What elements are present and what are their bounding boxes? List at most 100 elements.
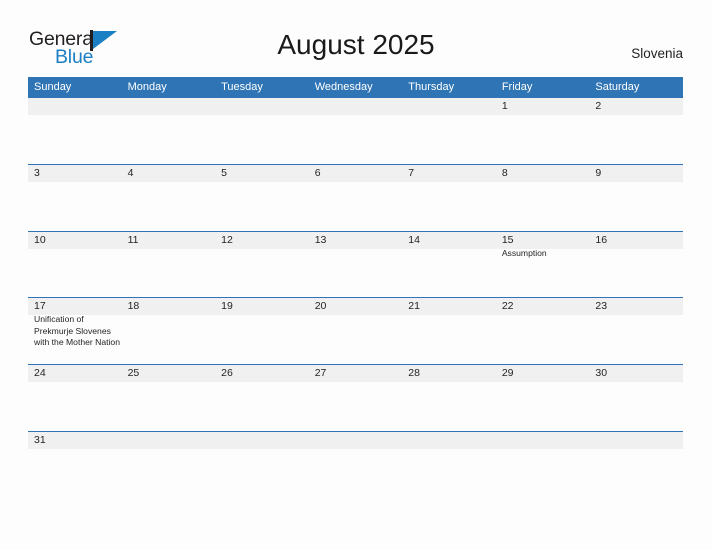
calendar-week-row: 12 bbox=[28, 97, 683, 164]
calendar-day-cell[interactable]: 3 bbox=[28, 165, 122, 231]
calendar-week-row: 3 4 5 6 7 8 9 bbox=[28, 163, 683, 231]
calendar-day-cell[interactable]: 28 bbox=[402, 365, 496, 431]
day-number: 31 bbox=[34, 433, 46, 446]
calendar-empty-cell bbox=[309, 432, 403, 498]
day-number: 3 bbox=[34, 166, 40, 179]
region-label: Slovenia bbox=[631, 46, 683, 61]
week-cells: 17 Unification of Prekmurje Slovenes with… bbox=[28, 298, 683, 364]
day-number: 30 bbox=[595, 367, 608, 380]
calendar-day-cell[interactable]: 2 bbox=[589, 98, 683, 164]
calendar-day-cell[interactable]: 25 bbox=[122, 365, 216, 431]
calendar-day-cell[interactable]: 24 bbox=[28, 365, 122, 431]
calendar-empty-cell bbox=[215, 98, 309, 164]
calendar-day-cell[interactable]: 19 bbox=[215, 298, 309, 364]
day-number: 5 bbox=[221, 166, 227, 179]
day-number: 19 bbox=[221, 300, 233, 313]
day-number: 15 bbox=[501, 233, 514, 246]
calendar-empty-cell bbox=[402, 98, 496, 164]
day-of-week-header: Sunday Monday Tuesday Wednesday Thursday Frid… bbox=[28, 77, 683, 97]
week-cells: 3 4 5 6 7 8 9 bbox=[28, 165, 683, 231]
day-number: 6 bbox=[314, 166, 321, 179]
day-number: 20 bbox=[314, 300, 327, 313]
day-number: 9 bbox=[595, 166, 602, 179]
day-number: 8 bbox=[501, 166, 508, 179]
calendar-day-cell[interactable]: 12 bbox=[215, 232, 309, 298]
day-number: 26 bbox=[221, 367, 233, 380]
day-number: 12 bbox=[221, 233, 233, 246]
day-of-week-wednesday: Wednesday bbox=[314, 81, 373, 93]
calendar-empty-cell bbox=[496, 432, 590, 498]
calendar-day-cell[interactable]: 18 bbox=[122, 298, 216, 364]
calendar-day-cell[interactable]: 15 Assumption bbox=[496, 232, 590, 298]
page-title: August 2025 bbox=[277, 29, 435, 60]
day-of-week-friday: Friday bbox=[501, 81, 533, 93]
calendar-day-cell[interactable]: 17 Unification of Prekmurje Slovenes with… bbox=[28, 298, 122, 364]
holiday-label: Assumption bbox=[501, 247, 547, 258]
calendar-day-cell[interactable]: 6 bbox=[309, 165, 403, 231]
calendar-empty-cell bbox=[589, 432, 683, 498]
calendar-day-cell[interactable]: 10 bbox=[28, 232, 122, 298]
calendar-day-cell[interactable]: 31 bbox=[28, 432, 122, 498]
day-of-week-thursday: Thursday bbox=[408, 81, 455, 93]
calendar-day-cell[interactable]: 11 bbox=[122, 232, 216, 298]
calendar-empty-cell bbox=[28, 98, 122, 164]
calendar-day-cell[interactable]: 4 bbox=[122, 165, 216, 231]
calendar-week-row: 24 25 26 27 28 29 30 bbox=[28, 364, 683, 431]
calendar-week-row: 17 Unification of Prekmurje Slovenes with… bbox=[28, 297, 683, 364]
day-events: Unification of Prekmurje Slovenes with t… bbox=[34, 314, 120, 348]
day-number: 4 bbox=[127, 166, 134, 179]
calendar-day-cell[interactable]: 9 bbox=[589, 165, 683, 231]
calendar-day-cell[interactable]: 8 bbox=[496, 165, 590, 231]
calendar-day-cell[interactable]: 22 bbox=[496, 298, 590, 364]
day-number: 28 bbox=[408, 367, 420, 380]
calendar-day-cell[interactable]: 27 bbox=[309, 365, 403, 431]
calendar-day-cell[interactable]: 16 bbox=[589, 232, 683, 298]
day-number: 17 bbox=[34, 300, 46, 313]
calendar-week-row: 31 bbox=[28, 430, 683, 498]
calendar-grid: Sunday Monday Tuesday Wednesday Thursday Frid… bbox=[28, 77, 683, 498]
calendar-day-cell[interactable]: 26 bbox=[215, 365, 309, 431]
calendar-page: General Blue August 2025 Slovenia Sunday… bbox=[0, 0, 712, 550]
day-number: 22 bbox=[501, 300, 514, 313]
calendar-empty-cell bbox=[402, 432, 496, 498]
day-number: 7 bbox=[408, 166, 415, 179]
day-number: 21 bbox=[408, 300, 420, 313]
calendar-empty-cell bbox=[215, 432, 309, 498]
day-number: 23 bbox=[595, 300, 608, 313]
day-number: 29 bbox=[501, 367, 514, 380]
page-header: General Blue August 2025 Slovenia bbox=[0, 0, 712, 76]
calendar-day-cell[interactable]: 5 bbox=[215, 165, 309, 231]
week-cells: 12 bbox=[28, 98, 683, 164]
day-events: Assumption bbox=[502, 248, 588, 259]
day-of-week-tuesday: Tuesday bbox=[221, 81, 263, 93]
calendar-week-row: 10 11 12 13 14 15 Assumption 16 bbox=[28, 230, 683, 298]
calendar-day-cell[interactable]: 1 bbox=[496, 98, 590, 164]
day-of-week-sunday: Sunday bbox=[34, 81, 72, 93]
calendar-empty-cell bbox=[309, 98, 403, 164]
day-number: 25 bbox=[127, 367, 140, 380]
week-cells: 24 25 26 27 28 29 30 bbox=[28, 365, 683, 431]
calendar-day-cell[interactable]: 20 bbox=[309, 298, 403, 364]
calendar-weeks: 1 2 3 4 5 6 7 8 9 10 11 12 13 14 15 Assumption 16 17 Unifi… bbox=[28, 97, 683, 498]
calendar-day-cell[interactable]: 21 bbox=[402, 298, 496, 364]
calendar-day-cell[interactable]: 23 bbox=[589, 298, 683, 364]
calendar-day-cell[interactable]: 13 bbox=[309, 232, 403, 298]
day-number: 18 bbox=[127, 300, 140, 313]
holiday-label: Unification of Prekmurje Slovenes with t… bbox=[34, 314, 120, 347]
day-number: 24 bbox=[34, 367, 46, 380]
calendar-empty-cell bbox=[122, 98, 216, 164]
calendar-day-cell[interactable]: 30 bbox=[589, 365, 683, 431]
day-number: 27 bbox=[314, 367, 327, 380]
calendar-day-cell[interactable]: 14 bbox=[402, 232, 496, 298]
day-number: 13 bbox=[314, 233, 327, 246]
week-cells: 31 bbox=[28, 432, 683, 498]
day-of-week-saturday: Saturday bbox=[595, 81, 640, 93]
calendar-empty-cell bbox=[122, 432, 216, 498]
calendar-day-cell[interactable]: 29 bbox=[496, 365, 590, 431]
calendar-day-cell[interactable]: 7 bbox=[402, 165, 496, 231]
day-number: 16 bbox=[595, 233, 608, 246]
day-number: 2 bbox=[595, 100, 602, 112]
day-of-week-monday: Monday bbox=[127, 81, 167, 93]
week-cells: 10 11 12 13 14 15 Assumption 16 bbox=[28, 232, 683, 298]
day-number: 10 bbox=[34, 233, 46, 246]
